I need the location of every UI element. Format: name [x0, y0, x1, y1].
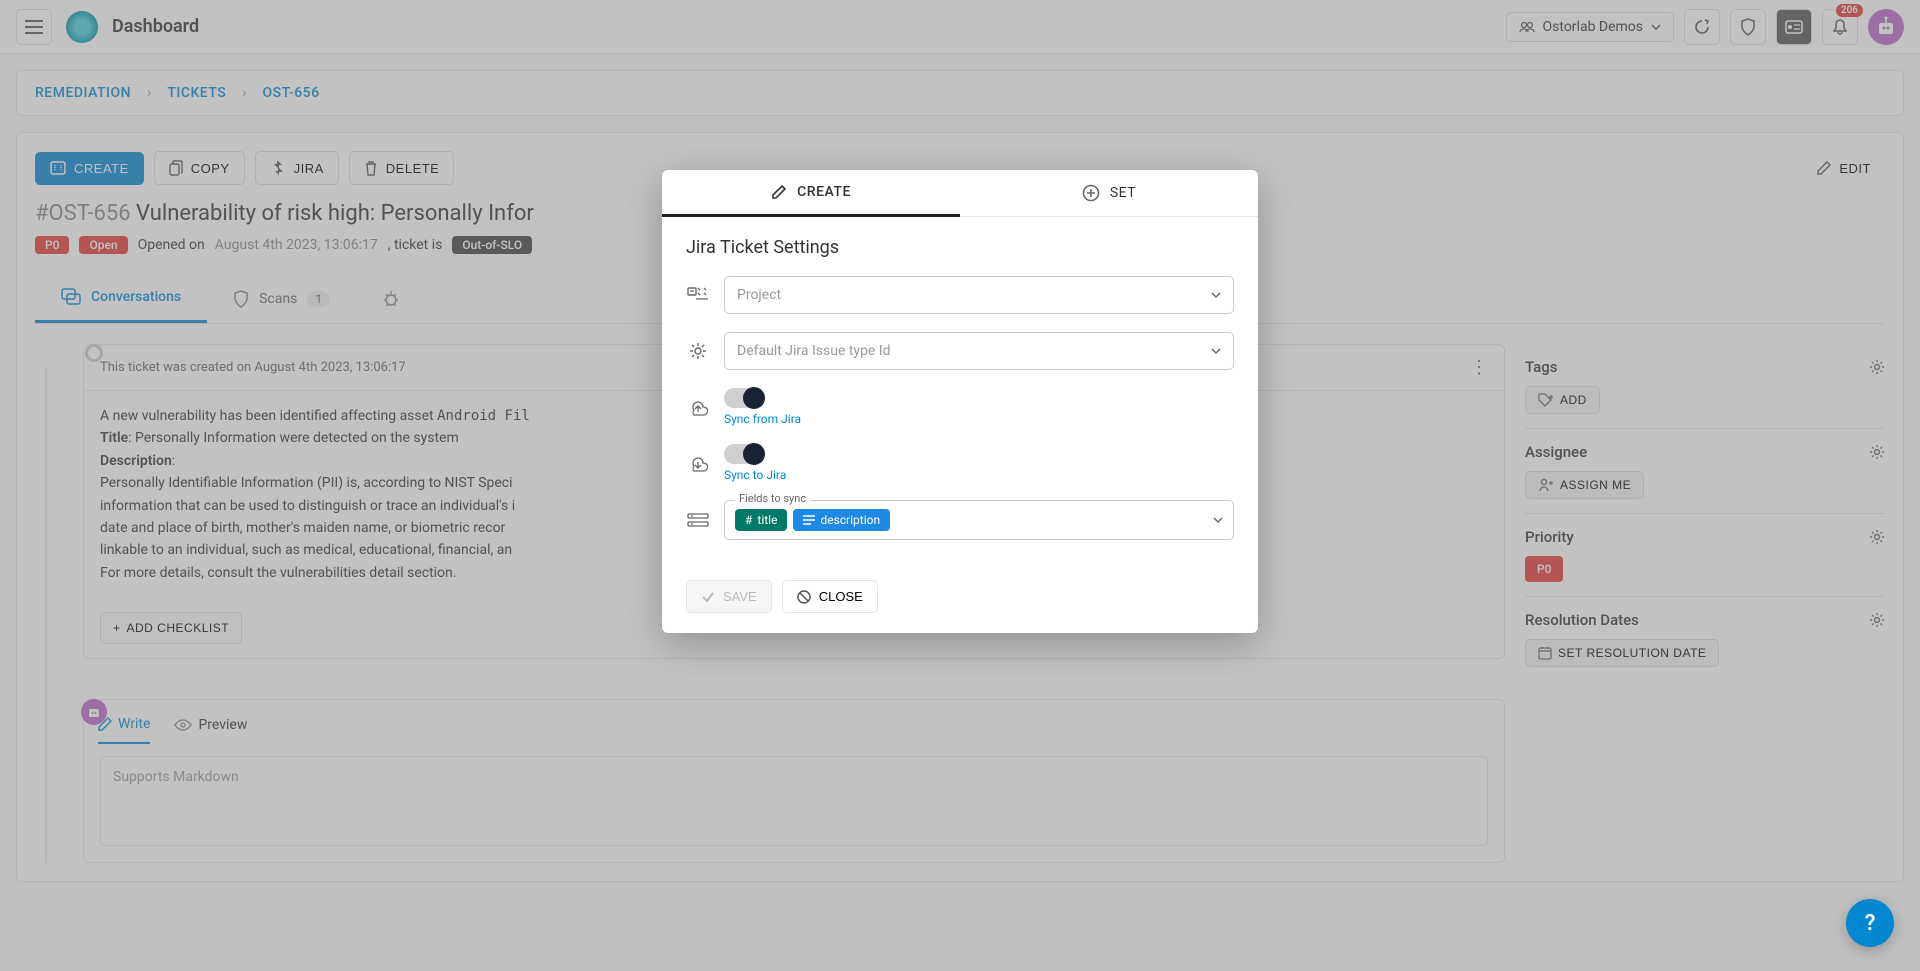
issue-type-select[interactable]: Default Jira Issue type Id [724, 332, 1234, 370]
caret-down-icon [1211, 348, 1221, 354]
sync-from-jira-toggle[interactable] [724, 388, 764, 408]
modal-tab-create[interactable]: CREATE [662, 170, 960, 217]
field-chip-description[interactable]: description [793, 509, 890, 531]
sync-to-jira-toggle[interactable] [724, 444, 764, 464]
modal-title: Jira Ticket Settings [686, 237, 1234, 258]
pencil-icon [771, 184, 787, 200]
cloud-down-icon [686, 454, 710, 472]
issue-type-icon [686, 341, 710, 361]
check-icon [701, 591, 715, 603]
fields-legend: Fields to sync [735, 492, 810, 505]
help-fab[interactable]: ? [1846, 899, 1894, 947]
cloud-up-icon [686, 398, 710, 416]
lines-icon [803, 515, 815, 525]
fields-icon [686, 511, 710, 529]
jira-settings-modal: CREATE SET Jira Ticket Settings Project … [662, 170, 1258, 633]
sync-to-label: Sync to Jira [724, 468, 786, 482]
caret-down-icon [1211, 292, 1221, 298]
plus-circle-icon [1082, 184, 1100, 202]
caret-down-icon [1213, 517, 1223, 523]
modal-overlay[interactable]: CREATE SET Jira Ticket Settings Project … [0, 0, 1920, 971]
close-button[interactable]: CLOSE [782, 580, 878, 613]
cancel-icon [797, 590, 811, 604]
save-button[interactable]: SAVE [686, 580, 772, 613]
sync-from-label: Sync from Jira [724, 412, 801, 426]
field-chip-title[interactable]: #title [735, 509, 787, 531]
modal-tab-set[interactable]: SET [960, 170, 1258, 217]
project-select[interactable]: Project [724, 276, 1234, 314]
project-icon [686, 285, 710, 305]
fields-to-sync-select[interactable]: Fields to sync #title description [724, 500, 1234, 540]
hash-icon: # [745, 513, 752, 527]
